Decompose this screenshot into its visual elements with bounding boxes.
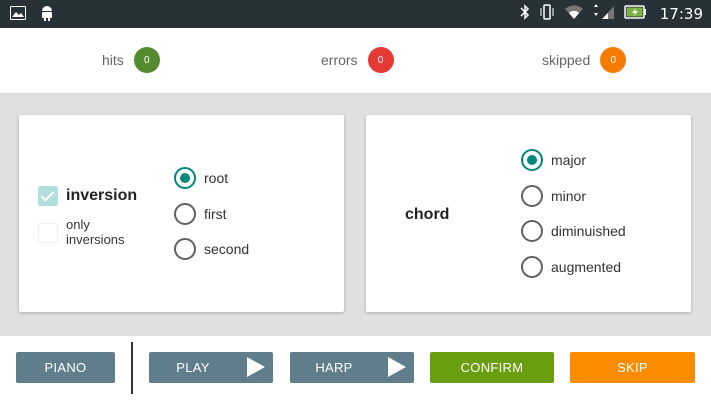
radio-augmented-label: augmented [551,259,622,275]
play-icon [247,357,265,377]
hits-count-badge: 0 [133,47,160,73]
inversion-title: inversion [66,187,138,204]
radio-root-label: root [204,170,229,186]
chord-card: chord major minor diminuished augmented [366,115,691,312]
radio-minor[interactable]: minor [521,185,586,207]
signal-icon [592,3,616,25]
radio-first-label: first [204,206,227,222]
toolbar-divider [131,342,133,394]
battery-charging-icon [624,4,648,25]
skipped-stat: skipped 0 [542,47,627,73]
confirm-button[interactable]: CONFIRM [430,352,554,383]
vibrate-icon [538,3,556,25]
skip-button[interactable]: SKIP [570,352,695,383]
radio-augmented-button[interactable] [521,256,543,278]
hits-label: hits [102,52,124,68]
android-icon [40,5,54,26]
errors-label: errors [321,52,358,68]
errors-count-badge: 0 [367,47,394,73]
only-inversions-checkbox[interactable] [38,223,58,243]
play-icon [388,357,406,377]
chord-title: chord [405,206,450,223]
wifi-icon [564,4,584,25]
skipped-count-badge: 0 [600,47,627,73]
radio-root-button[interactable] [174,167,196,189]
radio-diminuished[interactable]: diminuished [521,220,626,242]
play-button-label: PLAY [176,360,210,375]
radio-second-label: second [204,241,250,257]
radio-augmented[interactable]: augmented [521,256,621,278]
only-inversions-label: only inversions [66,217,125,247]
radio-second-button[interactable] [174,238,196,260]
status-bar: 17:39 [0,0,711,28]
score-bar: hits 0 errors 0 skipped 0 [0,28,711,94]
hits-stat: hits 0 [102,47,160,73]
skipped-label: skipped [542,52,591,68]
radio-major-label: major [551,152,587,168]
harp-button[interactable]: HARP [290,352,414,383]
radio-minor-label: minor [551,188,587,204]
radio-minor-button[interactable] [521,185,543,207]
play-button[interactable]: PLAY [149,352,273,383]
radio-first-button[interactable] [174,203,196,225]
radio-second[interactable]: second [174,238,249,260]
radio-diminuished-label: diminuished [551,223,626,239]
errors-stat: errors 0 [321,47,394,73]
radio-first[interactable]: first [174,203,227,225]
radio-root[interactable]: root [174,167,228,189]
radio-major-button[interactable] [521,149,543,171]
bluetooth-icon [520,3,530,25]
inversion-checkbox[interactable] [38,186,58,206]
radio-diminuished-button[interactable] [521,220,543,242]
harp-button-label: HARP [315,360,353,375]
piano-button[interactable]: PIANO [16,352,115,383]
clock: 17:39 [659,5,703,23]
bottom-toolbar: PIANO PLAY HARP CONFIRM SKIP [0,336,711,400]
inversion-card: inversion only inversions root first sec… [19,115,344,312]
gallery-icon [10,6,26,25]
radio-major[interactable]: major [521,149,586,171]
